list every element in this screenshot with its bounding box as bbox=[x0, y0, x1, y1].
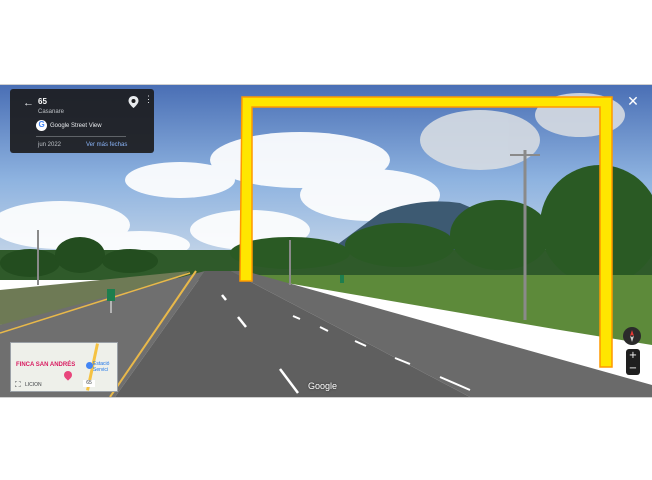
street-view-label: Google Street View bbox=[50, 123, 102, 129]
close-button[interactable]: ✕ bbox=[625, 93, 641, 109]
road-sign bbox=[107, 289, 115, 301]
more-options-icon[interactable]: ⋮ bbox=[144, 95, 153, 104]
capture-date: jun 2022 bbox=[38, 142, 62, 148]
place-pin-icon bbox=[62, 369, 74, 381]
road-number-badge: 65 bbox=[83, 380, 95, 387]
minimap-place-label: FINCA SAN ANDRÉS bbox=[16, 362, 76, 368]
zoom-out-button[interactable]: − bbox=[626, 362, 640, 375]
google-logo-icon: G bbox=[36, 120, 47, 131]
street-view-panorama[interactable]: ← 65 Casanare ⋮ G Google Street View jun… bbox=[0, 84, 652, 398]
close-icon: ✕ bbox=[627, 93, 639, 109]
location-card: ← 65 Casanare ⋮ G Google Street View jun… bbox=[10, 89, 154, 153]
minimap[interactable]: FINCA SAN ANDRÉS Estació Servici ⛶ LICION… bbox=[10, 342, 118, 392]
minimap-bottom-label: LICION bbox=[25, 382, 42, 388]
google-watermark: Google bbox=[308, 381, 338, 391]
more-dates-link[interactable]: Ver más fechas bbox=[86, 142, 127, 148]
back-arrow-icon[interactable]: ← bbox=[23, 97, 34, 109]
zoom-control: + − bbox=[626, 349, 640, 375]
minimap-poi-label: Estació Servici bbox=[93, 361, 110, 373]
location-subtitle: Casanare bbox=[38, 109, 65, 115]
location-title: 65 bbox=[38, 97, 47, 106]
location-pin-icon[interactable] bbox=[128, 96, 139, 108]
card-divider bbox=[36, 136, 126, 137]
compass-icon[interactable] bbox=[623, 327, 641, 345]
fullscreen-icon[interactable]: ⛶ bbox=[15, 380, 21, 390]
zoom-in-button[interactable]: + bbox=[626, 349, 640, 362]
gas-station-icon bbox=[86, 362, 93, 369]
